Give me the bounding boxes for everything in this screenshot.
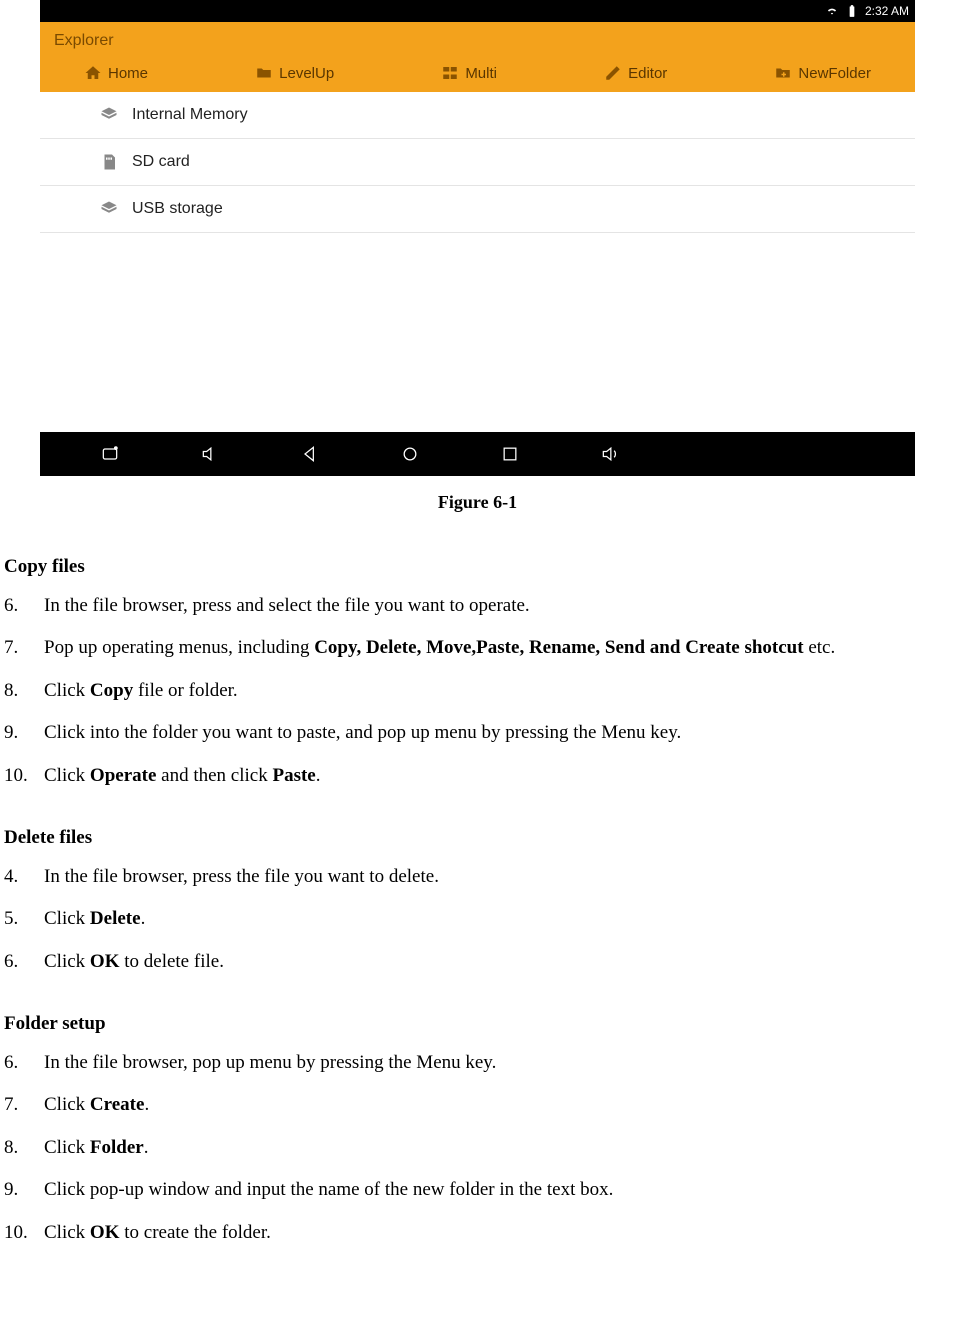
app-title: Explorer bbox=[54, 32, 901, 56]
section-folder-steps: 6.In the file browser, pop up menu by pr… bbox=[4, 1049, 951, 1248]
step-number: 8. bbox=[4, 677, 44, 706]
step-number: 7. bbox=[4, 634, 44, 663]
step-number: 10. bbox=[4, 762, 44, 791]
storage-label: SD card bbox=[132, 153, 190, 171]
step-item: 10.Click Operate and then click Paste. bbox=[4, 762, 951, 791]
storage-sdcard[interactable]: SD card bbox=[40, 139, 915, 186]
step-item: 9.Click pop-up window and input the name… bbox=[4, 1176, 951, 1205]
step-item: 6.In the file browser, press and select … bbox=[4, 592, 951, 621]
step-text: Click Create. bbox=[44, 1091, 951, 1120]
home-icon bbox=[84, 64, 102, 82]
toolbar-newfolder[interactable]: NewFolder bbox=[774, 64, 871, 82]
step-item: 9.Click into the folder you want to past… bbox=[4, 719, 951, 748]
back-icon[interactable] bbox=[300, 444, 320, 464]
toolbar-home[interactable]: Home bbox=[84, 64, 148, 82]
step-text: In the file browser, pop up menu by pres… bbox=[44, 1049, 951, 1078]
step-number: 6. bbox=[4, 948, 44, 977]
step-item: 6.In the file browser, pop up menu by pr… bbox=[4, 1049, 951, 1078]
storage-list: Internal Memory SD card USB storage bbox=[40, 92, 915, 432]
volume-down-icon[interactable] bbox=[200, 444, 220, 464]
step-text: Pop up operating menus, including Copy, … bbox=[44, 634, 951, 663]
step-text: Click into the folder you want to paste,… bbox=[44, 719, 951, 748]
android-navbar bbox=[40, 432, 915, 476]
step-number: 9. bbox=[4, 719, 44, 748]
explorer-appbar: Explorer Home LevelUp Multi Editor NewFo… bbox=[40, 22, 915, 92]
step-item: 7.Pop up operating menus, including Copy… bbox=[4, 634, 951, 663]
android-statusbar: 2:32 AM bbox=[40, 0, 915, 22]
step-number: 6. bbox=[4, 592, 44, 621]
step-item: 8.Click Copy file or folder. bbox=[4, 677, 951, 706]
screenshot-icon[interactable] bbox=[100, 444, 120, 464]
step-text: Click OK to delete file. bbox=[44, 948, 951, 977]
section-delete-steps: 4.In the file browser, press the file yo… bbox=[4, 863, 951, 977]
step-text: Click Operate and then click Paste. bbox=[44, 762, 951, 791]
step-text: Click pop-up window and input the name o… bbox=[44, 1176, 951, 1205]
recent-icon[interactable] bbox=[500, 444, 520, 464]
explorer-toolbar: Home LevelUp Multi Editor NewFolder bbox=[54, 56, 901, 92]
statusbar-time: 2:32 AM bbox=[865, 4, 909, 18]
step-item: 8.Click Folder. bbox=[4, 1134, 951, 1163]
multi-icon bbox=[441, 64, 459, 82]
document-body: Copy files 6.In the file browser, press … bbox=[0, 553, 955, 1247]
step-number: 10. bbox=[4, 1219, 44, 1248]
folder-up-icon bbox=[255, 64, 273, 82]
battery-icon bbox=[845, 4, 859, 18]
toolbar-label: Editor bbox=[628, 65, 667, 82]
volume-up-icon[interactable] bbox=[600, 444, 620, 464]
step-number: 8. bbox=[4, 1134, 44, 1163]
section-copy-title: Copy files bbox=[4, 553, 951, 582]
toolbar-label: Multi bbox=[465, 65, 497, 82]
step-item: 5.Click Delete. bbox=[4, 905, 951, 934]
toolbar-editor[interactable]: Editor bbox=[604, 64, 667, 82]
step-item: 10.Click OK to create the folder. bbox=[4, 1219, 951, 1248]
step-number: 7. bbox=[4, 1091, 44, 1120]
step-text: Click Delete. bbox=[44, 905, 951, 934]
section-copy-steps: 6.In the file browser, press and select … bbox=[4, 592, 951, 791]
storage-internal[interactable]: Internal Memory bbox=[40, 92, 915, 139]
step-item: 6.Click OK to delete file. bbox=[4, 948, 951, 977]
toolbar-label: LevelUp bbox=[279, 65, 334, 82]
step-text: Click Folder. bbox=[44, 1134, 951, 1163]
sdcard-icon bbox=[100, 153, 118, 171]
step-number: 6. bbox=[4, 1049, 44, 1078]
step-item: 4.In the file browser, press the file yo… bbox=[4, 863, 951, 892]
storage-label: USB storage bbox=[132, 200, 223, 218]
step-item: 7.Click Create. bbox=[4, 1091, 951, 1120]
step-text: Click OK to create the folder. bbox=[44, 1219, 951, 1248]
step-number: 5. bbox=[4, 905, 44, 934]
storage-usb[interactable]: USB storage bbox=[40, 186, 915, 233]
figure-caption: Figure 6-1 bbox=[0, 492, 955, 513]
step-number: 9. bbox=[4, 1176, 44, 1205]
step-text: In the file browser, press and select th… bbox=[44, 592, 951, 621]
section-delete-title: Delete files bbox=[4, 824, 951, 853]
toolbar-label: NewFolder bbox=[798, 65, 871, 82]
layers-icon bbox=[100, 106, 118, 124]
toolbar-label: Home bbox=[108, 65, 148, 82]
layers-icon bbox=[100, 200, 118, 218]
toolbar-levelup[interactable]: LevelUp bbox=[255, 64, 334, 82]
newfolder-icon bbox=[774, 64, 792, 82]
storage-label: Internal Memory bbox=[132, 106, 248, 124]
step-text: In the file browser, press the file you … bbox=[44, 863, 951, 892]
section-folder-title: Folder setup bbox=[4, 1010, 951, 1039]
home-nav-icon[interactable] bbox=[400, 444, 420, 464]
step-number: 4. bbox=[4, 863, 44, 892]
step-text: Click Copy file or folder. bbox=[44, 677, 951, 706]
edit-icon bbox=[604, 64, 622, 82]
toolbar-multi[interactable]: Multi bbox=[441, 64, 497, 82]
explorer-screenshot: 2:32 AM Explorer Home LevelUp Multi Edit… bbox=[40, 0, 915, 476]
wifi-icon bbox=[825, 4, 839, 18]
